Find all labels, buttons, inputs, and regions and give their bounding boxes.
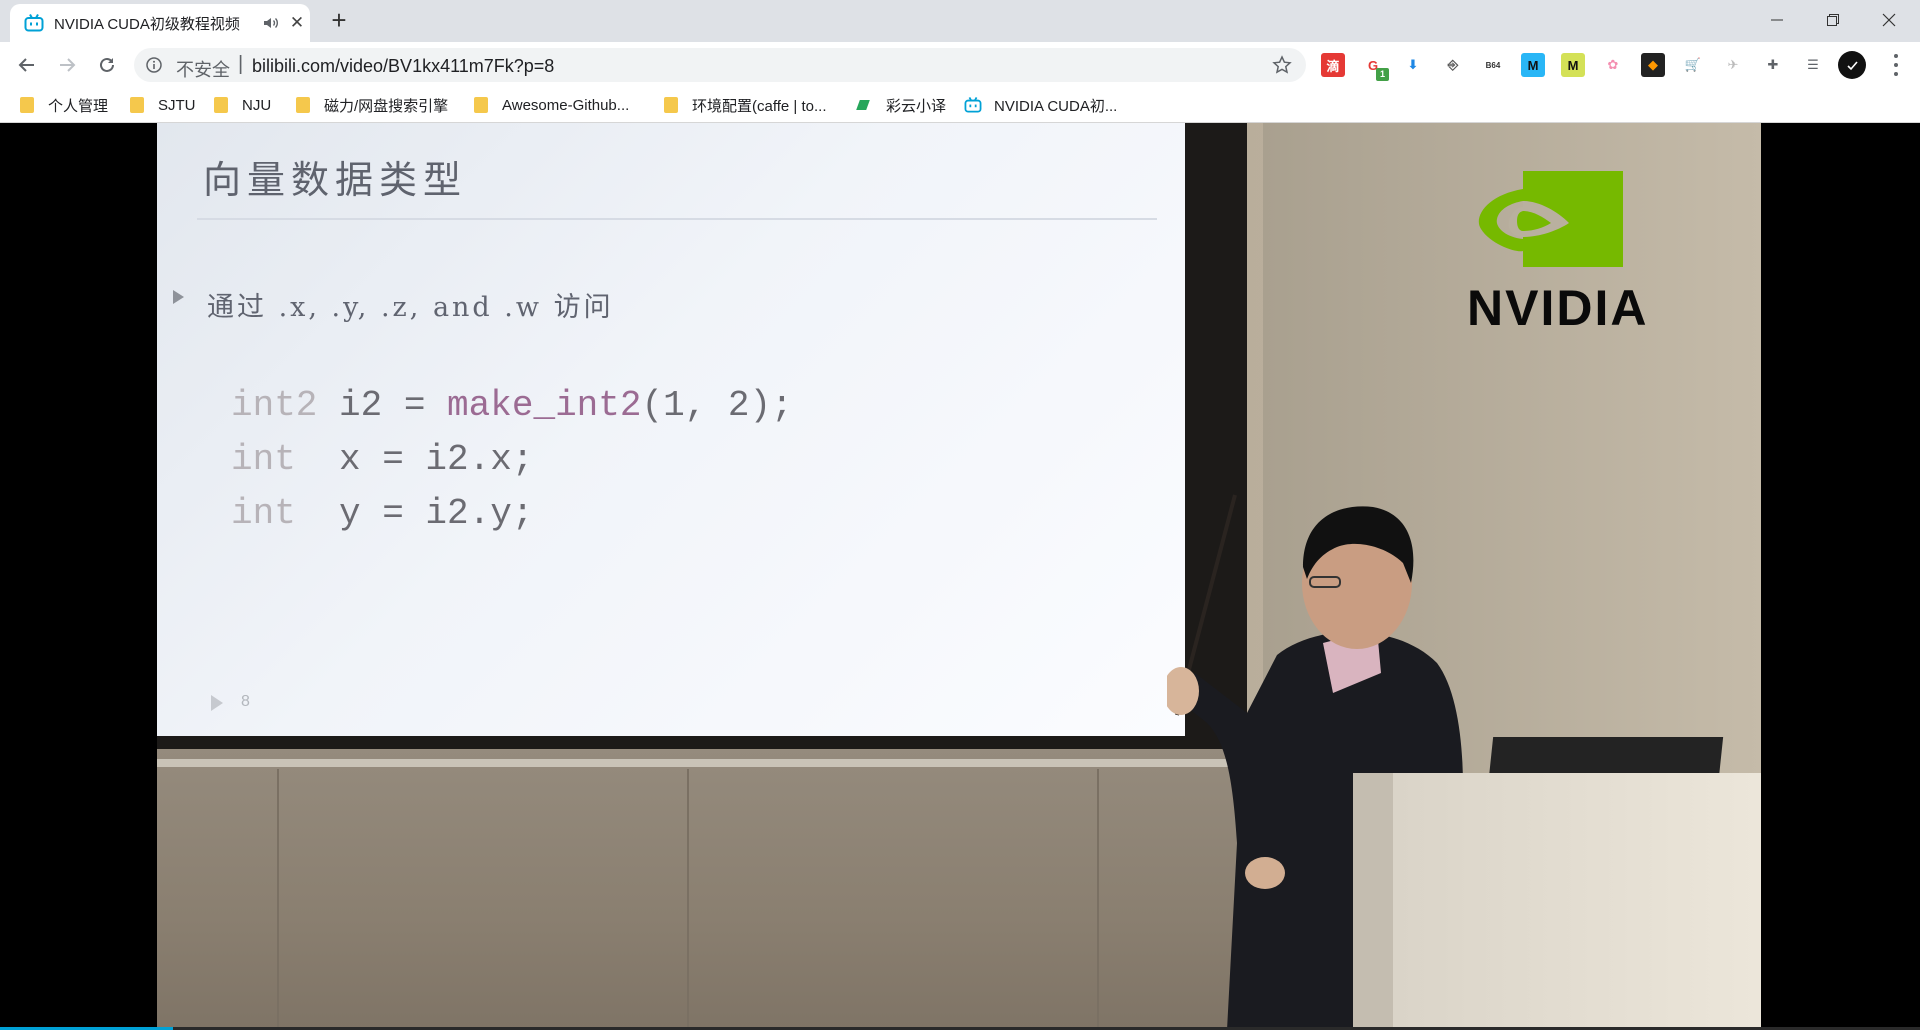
folder-icon: [664, 97, 678, 113]
puzzle-extensions-icon[interactable]: ✚: [1761, 53, 1785, 77]
whiteboard-seam: [687, 769, 689, 1030]
bookmark-label: NVIDIA CUDA初...: [994, 97, 1118, 115]
slide-bullet-text: 通过 .x, .y, .z, and .w 访问: [207, 292, 614, 323]
ext-badge-count: 1: [1376, 68, 1389, 81]
ext-base64-icon[interactable]: B64: [1481, 53, 1505, 77]
lecture-video-frame: 向量数据类型 通过 .x, .y, .z, and .w 访问 int2 i2 …: [157, 123, 1761, 1030]
bullet-triangle-icon: [173, 290, 184, 304]
folder-icon: [130, 97, 144, 113]
security-status-label[interactable]: 不安全: [176, 56, 230, 82]
ext-terminal-icon[interactable]: ⎆: [1441, 53, 1465, 77]
info-icon[interactable]: [146, 57, 162, 73]
whiteboard-ledge: [157, 759, 1297, 767]
browser-tab-active[interactable]: NVIDIA CUDA初级教程视频 ✕: [10, 4, 310, 42]
slide-divider: [197, 218, 1157, 220]
bookmark-label: 环境配置(caffe | to...: [692, 97, 827, 115]
slide-title: 向量数据类型: [203, 158, 468, 202]
slide-nav-triangle-icon: [211, 695, 223, 711]
bilibili-tv-icon: [964, 97, 982, 113]
speaker-icon[interactable]: [262, 14, 280, 32]
nvidia-wordmark: NVIDIA: [1467, 280, 1649, 336]
bookmark-label: 磁力/网盘搜索引擎: [324, 97, 449, 115]
folder-icon: [20, 97, 34, 113]
bookmarks-bar: 个人管理 SJTU NJU 磁力/网盘搜索引擎 Awesome-Github... 环境配…: [0, 88, 1920, 123]
reload-icon[interactable]: [92, 50, 122, 80]
bookmark-item[interactable]: 磁力/网盘搜索引擎: [296, 94, 448, 116]
reading-list-icon[interactable]: ☰: [1801, 53, 1825, 77]
browser-toolbar: 不安全 | bilibili.com/video/BV1kx411m7Fk?p=…: [0, 42, 1920, 88]
video-player[interactable]: 向量数据类型 通过 .x, .y, .z, and .w 访问 int2 i2 …: [0, 123, 1920, 1030]
profile-avatar[interactable]: [1838, 51, 1866, 79]
url-separator: |: [238, 53, 244, 75]
bookmark-item[interactable]: 彩云小译: [856, 94, 947, 116]
bookmark-label: NJU: [242, 96, 272, 114]
bookmark-item[interactable]: 个人管理: [20, 94, 108, 116]
bookmark-star-icon[interactable]: [1272, 55, 1292, 75]
bilibili-tv-icon: [24, 14, 44, 32]
url-text[interactable]: bilibili.com/video/BV1kx411m7Fk?p=8: [252, 56, 554, 77]
ext-download-icon[interactable]: ⬇: [1401, 53, 1425, 77]
window-minimize-icon[interactable]: [1754, 4, 1800, 36]
bookmark-item[interactable]: 环境配置(caffe | to...: [664, 94, 827, 116]
ext-red-icon[interactable]: 滴: [1321, 53, 1345, 77]
ext-color-picker-icon[interactable]: ◆: [1641, 53, 1665, 77]
bookmark-item[interactable]: NJU: [214, 94, 271, 116]
ext-pink-icon[interactable]: ✿: [1601, 53, 1625, 77]
back-arrow-icon[interactable]: [12, 50, 42, 80]
window-restore-icon[interactable]: [1810, 4, 1856, 36]
nvidia-logo: NVIDIA: [1467, 171, 1707, 336]
bookmark-label: SJTU: [158, 96, 196, 114]
caiyun-icon: [856, 100, 870, 110]
bookmark-item[interactable]: Awesome-Github...: [474, 94, 629, 116]
bookmark-label: Awesome-Github...: [502, 96, 630, 114]
ext-m-yellow-icon[interactable]: M: [1561, 53, 1585, 77]
nvidia-eye-icon: [1478, 171, 1623, 267]
podium: [1353, 773, 1761, 1030]
ext-bird-icon[interactable]: ✈: [1721, 53, 1745, 77]
new-tab-plus-icon[interactable]: +: [326, 7, 352, 34]
code-line-3: int y = i2.y;: [231, 493, 534, 534]
bookmark-label: 个人管理: [48, 97, 109, 115]
bookmark-item[interactable]: NVIDIA CUDA初...: [964, 94, 1117, 116]
tab-strip: NVIDIA CUDA初级教程视频 ✕ +: [0, 0, 1920, 42]
tab-title: NVIDIA CUDA初级教程视频: [54, 16, 240, 33]
folder-icon: [474, 97, 488, 113]
lecture-slide: 向量数据类型 通过 .x, .y, .z, and .w 访问 int2 i2 …: [157, 123, 1185, 736]
bookmark-label: 彩云小译: [886, 97, 947, 115]
tab-close-icon[interactable]: ✕: [288, 14, 306, 32]
window-close-icon[interactable]: [1866, 4, 1912, 36]
whiteboard-seam: [1097, 769, 1099, 1030]
whiteboard: [157, 749, 1307, 1030]
code-line-1: int2 i2 = make_int2(1, 2);: [231, 385, 793, 426]
forward-arrow-icon[interactable]: [52, 50, 82, 80]
ext-cart-icon[interactable]: 🛒: [1681, 53, 1705, 77]
projection-screen: 向量数据类型 通过 .x, .y, .z, and .w 访问 int2 i2 …: [157, 123, 1247, 749]
folder-icon: [296, 97, 310, 113]
folder-icon: [214, 97, 228, 113]
ext-m-blue-icon[interactable]: M: [1521, 53, 1545, 77]
slide-page-number: 8: [241, 693, 250, 710]
ext-badge-icon[interactable]: G1: [1361, 53, 1389, 81]
code-line-2: int x = i2.x;: [231, 439, 534, 480]
browser-menu-icon[interactable]: [1884, 52, 1908, 78]
whiteboard-seam: [277, 769, 279, 1030]
bookmark-item[interactable]: SJTU: [130, 94, 196, 116]
address-bar[interactable]: 不安全 | bilibili.com/video/BV1kx411m7Fk?p=…: [134, 48, 1306, 82]
